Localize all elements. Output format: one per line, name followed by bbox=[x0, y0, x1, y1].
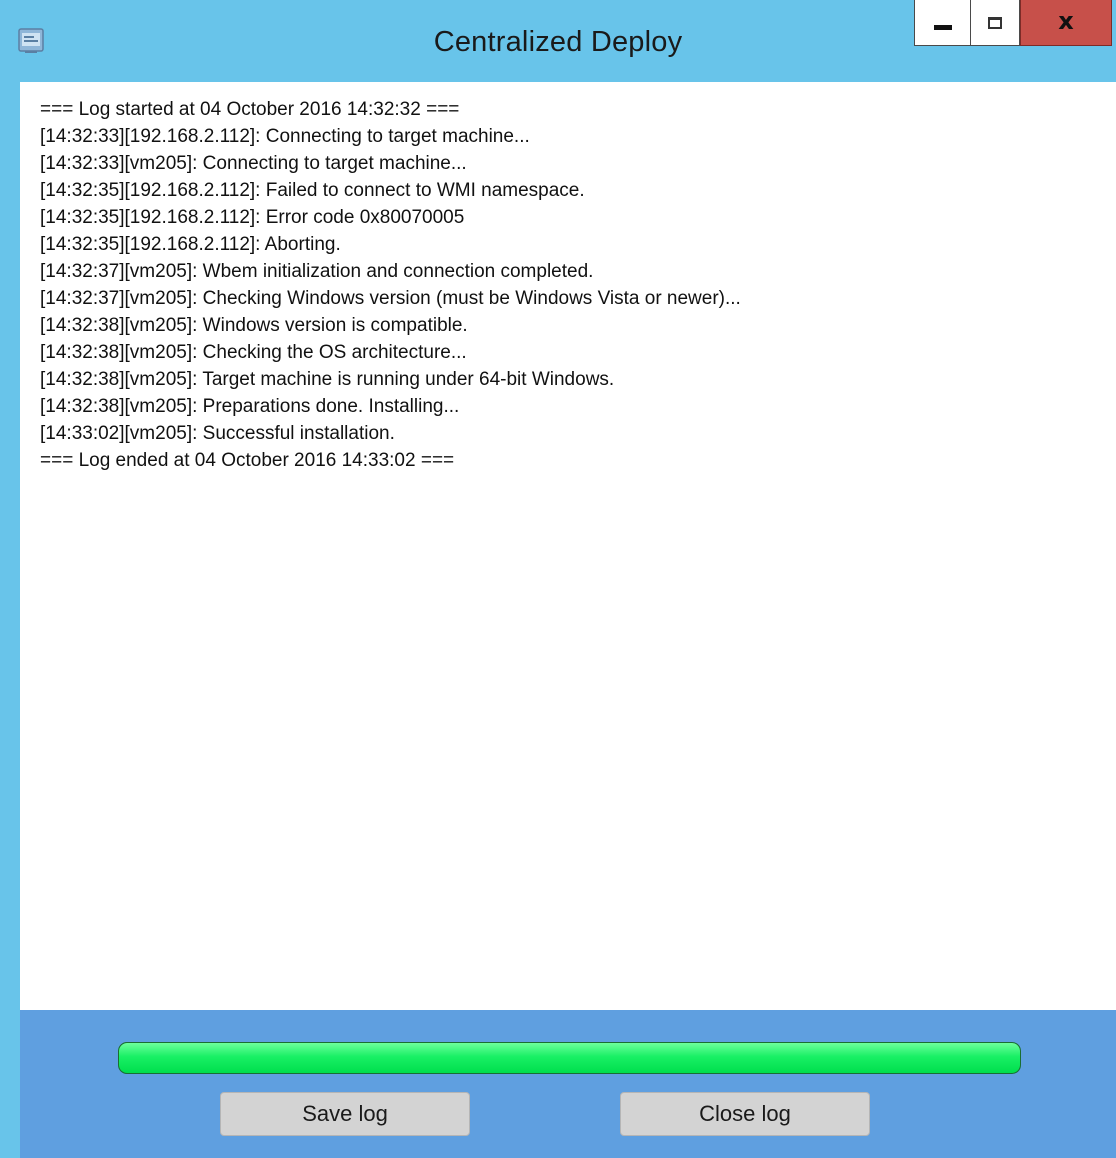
maximize-button[interactable] bbox=[970, 0, 1020, 46]
maximize-icon bbox=[988, 16, 1002, 29]
log-output[interactable]: === Log started at 04 October 2016 14:32… bbox=[20, 82, 1116, 1010]
minimize-icon bbox=[933, 25, 952, 30]
save-log-button[interactable]: Save log bbox=[220, 1092, 470, 1136]
title-bar[interactable]: Centralized Deploy x bbox=[0, 0, 1116, 82]
log-line: [14:32:38][vm205]: Checking the OS archi… bbox=[40, 342, 467, 363]
log-line: [14:32:37][vm205]: Checking Windows vers… bbox=[40, 288, 741, 309]
log-line: [14:32:33][192.168.2.112]: Connecting to… bbox=[40, 126, 530, 147]
minimize-button[interactable] bbox=[914, 0, 970, 46]
log-line: [14:32:38][vm205]: Windows version is co… bbox=[40, 315, 468, 336]
close-log-button[interactable]: Close log bbox=[620, 1092, 870, 1136]
log-line: [14:32:38][vm205]: Target machine is run… bbox=[40, 369, 615, 390]
log-line: [14:32:37][vm205]: Wbem initialization a… bbox=[40, 261, 594, 282]
close-window-button[interactable]: x bbox=[1020, 0, 1112, 46]
close-icon: x bbox=[1058, 6, 1074, 35]
window-controls: x bbox=[914, 0, 1112, 46]
app-window: Centralized Deploy x === Log started at … bbox=[0, 0, 1116, 1158]
log-line: [14:32:35][192.168.2.112]: Error code 0x… bbox=[40, 207, 465, 228]
log-line: === Log started at 04 October 2016 14:32… bbox=[40, 99, 460, 120]
progress-fill bbox=[119, 1043, 1020, 1073]
progress-bar bbox=[118, 1042, 1021, 1074]
footer-panel: Save log Close log bbox=[20, 1010, 1116, 1158]
log-line: [14:32:33][vm205]: Connecting to target … bbox=[40, 153, 467, 174]
log-line: [14:32:35][192.168.2.112]: Failed to con… bbox=[40, 180, 585, 201]
log-line: [14:33:02][vm205]: Successful installati… bbox=[40, 423, 395, 444]
log-line: [14:32:38][vm205]: Preparations done. In… bbox=[40, 396, 460, 417]
log-line: [14:32:35][192.168.2.112]: Aborting. bbox=[40, 234, 341, 255]
log-line: === Log ended at 04 October 2016 14:33:0… bbox=[40, 450, 455, 471]
